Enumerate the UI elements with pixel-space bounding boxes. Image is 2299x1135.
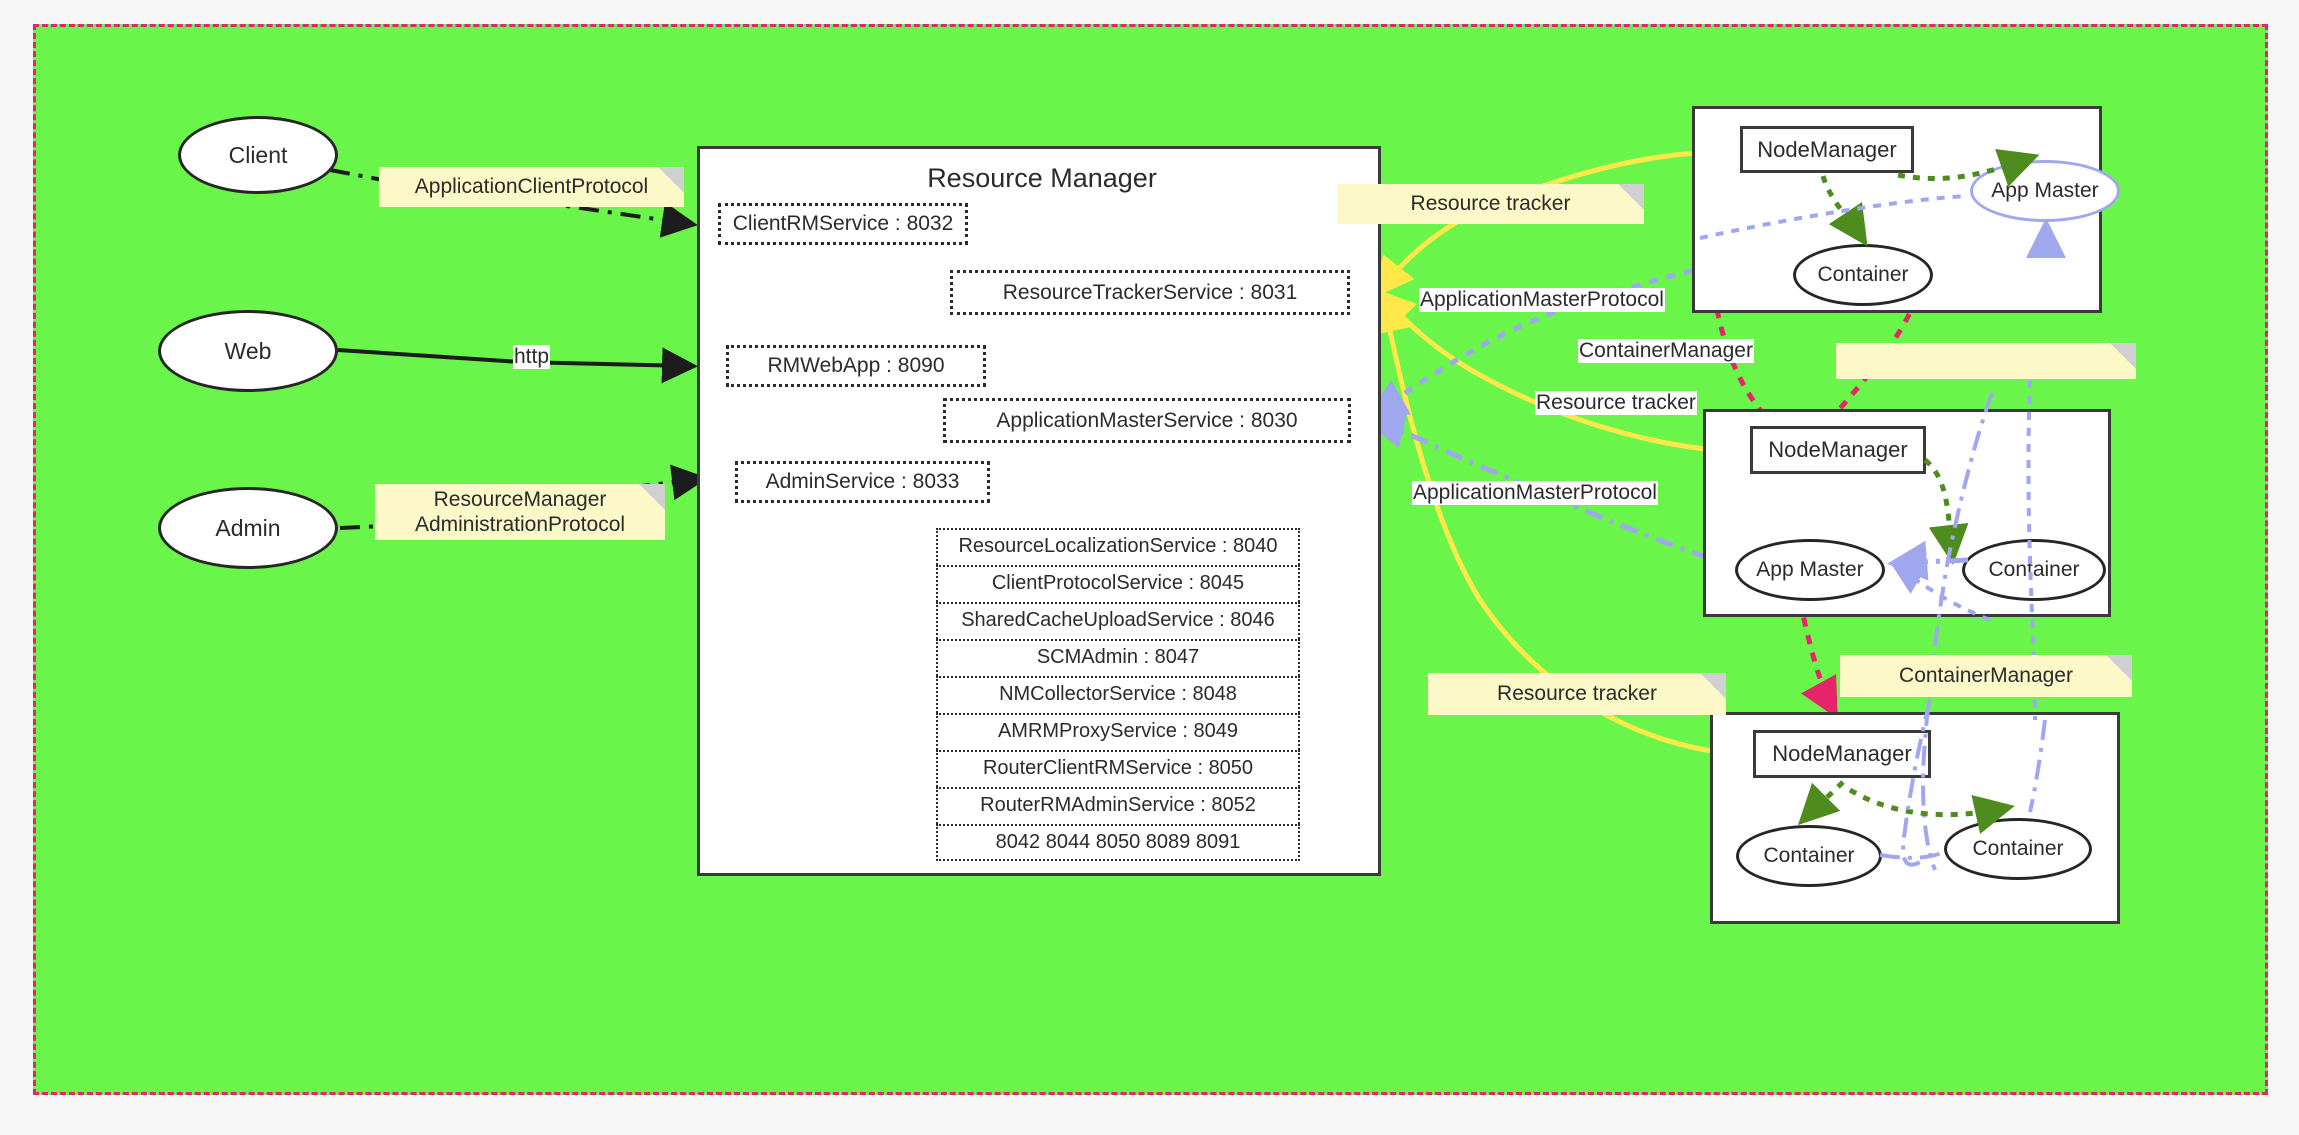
label-http-text: http <box>514 345 550 368</box>
actor-client[interactable]: Client <box>178 116 338 194</box>
service-adminservice-label: AdminService : 8033 <box>765 470 960 493</box>
service-list-item[interactable]: NMCollectorService : 8048 <box>936 676 1300 713</box>
node-panel-1-nodemanager[interactable]: NodeManager <box>1740 126 1914 173</box>
service-list-item[interactable]: 8042 8044 8050 8089 8091 <box>936 824 1300 861</box>
service-list-item[interactable]: ClientProtocolService : 8045 <box>936 565 1300 602</box>
note-resource-tracker-bottom: Resource tracker <box>1428 673 1726 715</box>
note-resource-tracker-top: Resource tracker <box>1337 184 1644 224</box>
label-container-manager-1: ContainerManager <box>1578 339 1754 364</box>
node-panel-1-app-master[interactable]: App Master <box>1970 160 2120 222</box>
label-application-master-protocol-1-text: ApplicationMasterProtocol <box>1420 288 1664 311</box>
note-rm-administration-protocol-label: ResourceManager AdministrationProtocol <box>414 487 626 536</box>
node-panel-1-app-master-label: App Master <box>1991 179 2099 202</box>
resource-manager-title: Resource Manager <box>927 163 1157 193</box>
node-panel-3-container-2-label: Container <box>1972 837 2064 860</box>
note-resource-tracker-top-label: Resource tracker <box>1410 192 1571 216</box>
label-http: http <box>513 345 551 370</box>
label-container-manager-1-text: ContainerManager <box>1579 339 1753 362</box>
note-container-manager-bottom: ContainerManager <box>1840 655 2132 697</box>
node-panel-3-nodemanager[interactable]: NodeManager <box>1753 730 1931 778</box>
node-panel-2-nodemanager[interactable]: NodeManager <box>1750 426 1926 474</box>
note-fold-icon <box>639 484 665 510</box>
service-clientrmservice-label: ClientRMService : 8032 <box>732 212 954 235</box>
node-panel-2-container-label: Container <box>1988 558 2080 581</box>
note-application-client-protocol: ApplicationClientProtocol <box>379 167 684 207</box>
note-fold-icon <box>2106 655 2132 681</box>
service-resourcetrackerservice-label: ResourceTrackerService : 8031 <box>1002 280 1298 304</box>
node-panel-2-nodemanager-label: NodeManager <box>1768 437 1908 462</box>
label-application-master-protocol-2-text: ApplicationMasterProtocol <box>1413 481 1657 504</box>
note-fold-icon <box>1700 673 1726 699</box>
diagram-stage: Client Web Admin Resource Manager Client… <box>0 0 2299 1135</box>
label-application-master-protocol-2: ApplicationMasterProtocol <box>1412 481 1658 506</box>
note-blank <box>1836 343 2136 379</box>
service-list-item[interactable]: RouterClientRMService : 8050 <box>936 750 1300 787</box>
node-panel-3-container-1-label: Container <box>1763 844 1855 867</box>
service-list-item[interactable]: SCMAdmin : 8047 <box>936 639 1300 676</box>
node-panel-2-app-master[interactable]: App Master <box>1735 539 1885 601</box>
service-applicationmasterservice[interactable]: ApplicationMasterService : 8030 <box>943 398 1351 443</box>
actor-admin-label: Admin <box>215 514 281 541</box>
note-fold-icon <box>658 167 684 193</box>
service-applicationmasterservice-label: ApplicationMasterService : 8030 <box>996 408 1298 432</box>
node-panel-2-app-master-label: App Master <box>1756 558 1864 581</box>
node-panel-1-container[interactable]: Container <box>1793 244 1933 306</box>
actor-client-label: Client <box>228 141 288 168</box>
service-adminservice[interactable]: AdminService : 8033 <box>735 461 990 503</box>
service-resourcetrackerservice[interactable]: ResourceTrackerService : 8031 <box>950 270 1350 315</box>
service-list-item[interactable]: RouterRMAdminService : 8052 <box>936 787 1300 824</box>
label-application-master-protocol-1: ApplicationMasterProtocol <box>1419 288 1665 313</box>
actor-web-label: Web <box>224 337 272 364</box>
node-panel-1-nodemanager-label: NodeManager <box>1757 136 1897 162</box>
service-list-item[interactable]: AMRMProxyService : 8049 <box>936 713 1300 750</box>
service-rmwebapp[interactable]: RMWebApp : 8090 <box>726 345 986 387</box>
service-clientrmservice[interactable]: ClientRMService : 8032 <box>718 203 968 245</box>
actor-admin[interactable]: Admin <box>158 487 338 569</box>
node-panel-3-nodemanager-label: NodeManager <box>1772 741 1912 766</box>
note-fold-icon <box>2110 343 2136 369</box>
resource-manager-service-list: ResourceLocalizationService : 8040 Clien… <box>936 528 1300 861</box>
node-panel-2-container[interactable]: Container <box>1962 539 2106 601</box>
note-fold-icon <box>1618 184 1644 210</box>
label-resource-tracker-mid-text: Resource tracker <box>1536 391 1696 414</box>
node-panel-1-container-label: Container <box>1817 263 1909 286</box>
label-resource-tracker-mid: Resource tracker <box>1535 391 1697 416</box>
service-rmwebapp-label: RMWebApp : 8090 <box>767 354 945 377</box>
service-list-item[interactable]: ResourceLocalizationService : 8040 <box>936 528 1300 565</box>
note-application-client-protocol-label: ApplicationClientProtocol <box>414 175 649 199</box>
service-list-item[interactable]: SharedCacheUploadService : 8046 <box>936 602 1300 639</box>
node-panel-3-container-1[interactable]: Container <box>1736 825 1882 887</box>
note-container-manager-bottom-label: ContainerManager <box>1899 664 2073 688</box>
note-resource-tracker-bottom-label: Resource tracker <box>1497 682 1657 706</box>
node-panel-3-container-2[interactable]: Container <box>1944 818 2092 880</box>
note-rm-administration-protocol: ResourceManager AdministrationProtocol <box>375 484 665 540</box>
actor-web[interactable]: Web <box>158 310 338 392</box>
